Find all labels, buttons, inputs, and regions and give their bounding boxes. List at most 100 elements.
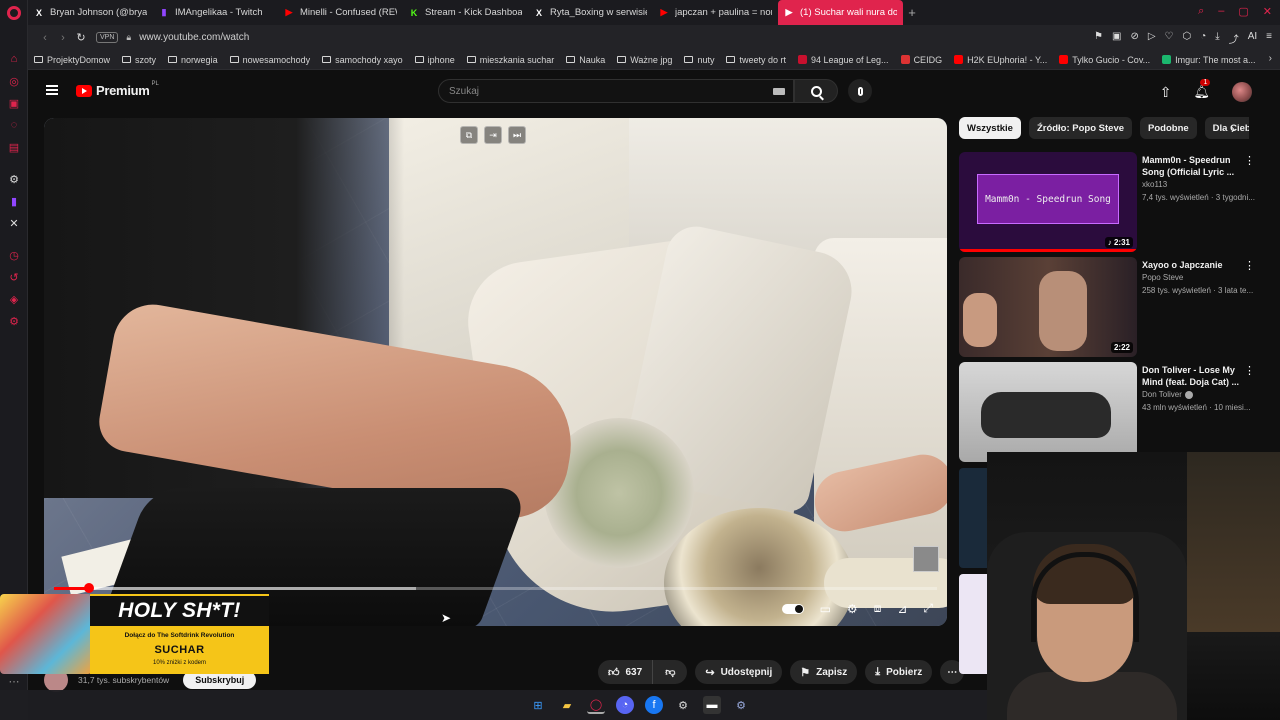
aria-icon[interactable]: ◎ <box>7 74 21 88</box>
share-button[interactable]: ↪ Udostępnij <box>695 660 783 684</box>
bookmark-folder[interactable]: nowesamochody <box>229 55 310 65</box>
bookmark-folder[interactable]: tweety do rt <box>726 55 786 65</box>
skip-next-icon[interactable]: ⏭︎ <box>508 126 526 144</box>
snapshot-icon[interactable]: ▣ <box>1112 31 1121 46</box>
video-thumbnail[interactable] <box>959 468 987 568</box>
video-thumbnail[interactable]: Mamm0n - Speedrun Song ♪ 2:31 <box>959 152 1137 252</box>
steam-icon[interactable]: ⚙ <box>732 696 750 714</box>
tab-4[interactable]: X Ryta_Boxing w serwisie X <box>528 0 653 25</box>
share-icon[interactable]: ⤴ <box>1229 31 1239 46</box>
bookmark-site[interactable]: Imgur: The most a... <box>1162 55 1256 65</box>
bookmark-site[interactable]: CEIDG <box>900 55 942 65</box>
url-field[interactable]: www.youtube.com/watch <box>139 32 249 43</box>
heart-icon[interactable]: ♡ <box>1165 31 1174 46</box>
recommendation-item[interactable]: Mamm0n - Speedrun Song ♪ 2:31 Mamm0n - S… <box>959 152 1259 252</box>
search-input[interactable]: Szukaj <box>438 79 794 103</box>
bookmark-site[interactable]: 94 League of Leg... <box>797 55 889 65</box>
windows-start-icon[interactable]: ⊞ <box>529 696 547 714</box>
voice-search-button[interactable] <box>848 79 872 103</box>
settings-gear-icon[interactable]: ⚙ <box>674 696 692 714</box>
tab-5[interactable]: ▶ japczan + paulina = norm <box>653 0 778 25</box>
minimize-icon[interactable]: – <box>1218 5 1224 18</box>
bag-icon[interactable]: ▣ <box>7 96 21 110</box>
sponsor-ad-overlay[interactable]: HOLY SH*T! Dołącz do The Softdrink Revol… <box>0 594 269 674</box>
video-player[interactable]: ⧉ ⇥ ⏭︎ ▭ ⚙ ⧈ ⊿ ⤢ ➤ <box>44 118 947 626</box>
bookmark-folder[interactable]: samochody xayo <box>322 55 403 65</box>
end-card-thumbnail[interactable] <box>913 546 939 572</box>
chip-related[interactable]: Podobne <box>1140 117 1197 139</box>
tab-0[interactable]: X Bryan Johnson (@bryan_j <box>28 0 153 25</box>
bookmark-icon[interactable]: ⚑ <box>1094 31 1103 46</box>
opera-icon[interactable]: ◯ <box>587 696 605 714</box>
chip-all[interactable]: Wszystkie <box>959 117 1021 139</box>
maximize-icon[interactable]: ▢ <box>1238 5 1248 18</box>
avatar[interactable] <box>1232 82 1252 102</box>
terminal-icon[interactable]: ▬ <box>703 696 721 714</box>
subtitles-icon[interactable]: ▭ <box>820 602 831 616</box>
video-thumbnail[interactable]: 2:22 <box>959 257 1137 357</box>
download-icon[interactable]: ⤓ <box>1215 31 1219 46</box>
dislike-button[interactable]: 👎︎ <box>653 660 688 684</box>
settings-gear-icon[interactable]: ⚙ <box>847 602 858 616</box>
vpn-badge[interactable]: VPN <box>96 32 119 43</box>
fullscreen-icon[interactable]: ⤢ <box>923 601 933 616</box>
video-thumbnail[interactable] <box>959 362 1137 462</box>
download-button[interactable]: ⤓ Pobierz <box>865 660 933 684</box>
chip-for-you[interactable]: Dla Ciebie <box>1204 117 1249 139</box>
video-title[interactable]: Don Toliver - Lose My Mind (feat. Doja C… <box>1142 364 1240 388</box>
extensions-icon[interactable]: ◈ <box>7 292 21 306</box>
cast-icon[interactable]: ⊿ <box>897 602 907 616</box>
chevron-right-icon[interactable]: › <box>1269 53 1272 64</box>
more-icon[interactable]: ⋯ <box>7 674 21 688</box>
progress-bar[interactable] <box>54 583 937 593</box>
bookmark-folder[interactable]: mieszkania suchar <box>466 55 554 65</box>
tab-1[interactable]: ▮ IMAngelikaa - Twitch <box>153 0 278 25</box>
tab-2[interactable]: ▶ Minelli - Confused (REWI <box>278 0 403 25</box>
history-icon[interactable]: ↺ <box>7 270 21 284</box>
bookmark-folder[interactable]: norwegia <box>168 55 218 65</box>
file-explorer-icon[interactable]: ▰ <box>558 696 576 714</box>
discord-icon[interactable]: ◔ <box>616 696 634 714</box>
new-tab-button[interactable]: + <box>903 4 921 22</box>
wallet-icon[interactable]: ◔ <box>1200 31 1206 46</box>
popout-icon[interactable]: ⧉ <box>460 126 478 144</box>
recommendation-item[interactable]: 2:22 Xayoo o Japczanie Popo Steve 258 ty… <box>959 257 1259 357</box>
channel-name[interactable]: xko113 <box>1142 180 1167 189</box>
settings-icon[interactable]: ⚙ <box>7 314 21 328</box>
bookmark-folder[interactable]: Nauka <box>566 55 605 65</box>
tab-3[interactable]: K Stream - Kick Dashboard <box>403 0 528 25</box>
twitch-icon[interactable]: ▮ <box>7 194 21 208</box>
player-icon[interactable]: ▷ <box>1148 31 1156 46</box>
search-tabs-icon[interactable]: ⌕ <box>1198 5 1204 18</box>
upload-icon[interactable]: ⇧ <box>1160 84 1172 101</box>
facebook-icon[interactable]: f <box>645 696 663 714</box>
like-button[interactable]: 👍︎ 637 <box>598 660 654 684</box>
chevron-right-icon[interactable]: › <box>1231 122 1235 136</box>
close-icon[interactable]: ✕ <box>1263 5 1272 18</box>
bookmark-folder[interactable]: szoty <box>122 55 156 65</box>
lock-icon[interactable]: 🔒︎ <box>126 32 131 43</box>
bookmark-site[interactable]: H2K EUphoria! - Y... <box>954 55 1047 65</box>
reload-icon[interactable]: ↻ <box>72 31 90 44</box>
adblock-icon[interactable]: ⊘ <box>1130 31 1138 46</box>
recommendation-item[interactable]: Don Toliver - Lose My Mind (feat. Doja C… <box>959 362 1259 462</box>
bell-icon[interactable]: 🔔︎ 1 <box>1193 79 1211 100</box>
kebab-menu-icon[interactable]: ⋮ <box>1244 154 1255 167</box>
ai-icon[interactable]: AI <box>1248 31 1257 46</box>
channel-name[interactable]: Don Toliver <box>1142 390 1193 399</box>
keyboard-icon[interactable] <box>773 88 785 95</box>
video-thumbnail[interactable] <box>959 574 987 674</box>
search-button[interactable] <box>794 79 838 103</box>
miniplayer-icon[interactable]: ⧈ <box>874 601 882 616</box>
opera-logo-icon[interactable] <box>7 6 21 20</box>
back-icon[interactable]: ‹ <box>36 32 54 44</box>
video-title[interactable]: Mamm0n - Speedrun Song (Official Lyric .… <box>1142 154 1240 178</box>
hamburger-menu-icon[interactable] <box>46 85 58 95</box>
tab-active[interactable]: ▶ (1) Suchar wali nura do <box>778 0 903 25</box>
clock-icon[interactable]: ◷ <box>7 248 21 262</box>
cube-icon[interactable]: ⬡ <box>1183 31 1192 46</box>
messenger-icon[interactable]: ◌ <box>7 118 21 132</box>
kebab-menu-icon[interactable]: ⋮ <box>1244 259 1255 272</box>
player-icon[interactable]: ▤ <box>7 140 21 154</box>
menu-icon[interactable]: ≡ <box>1266 31 1272 46</box>
